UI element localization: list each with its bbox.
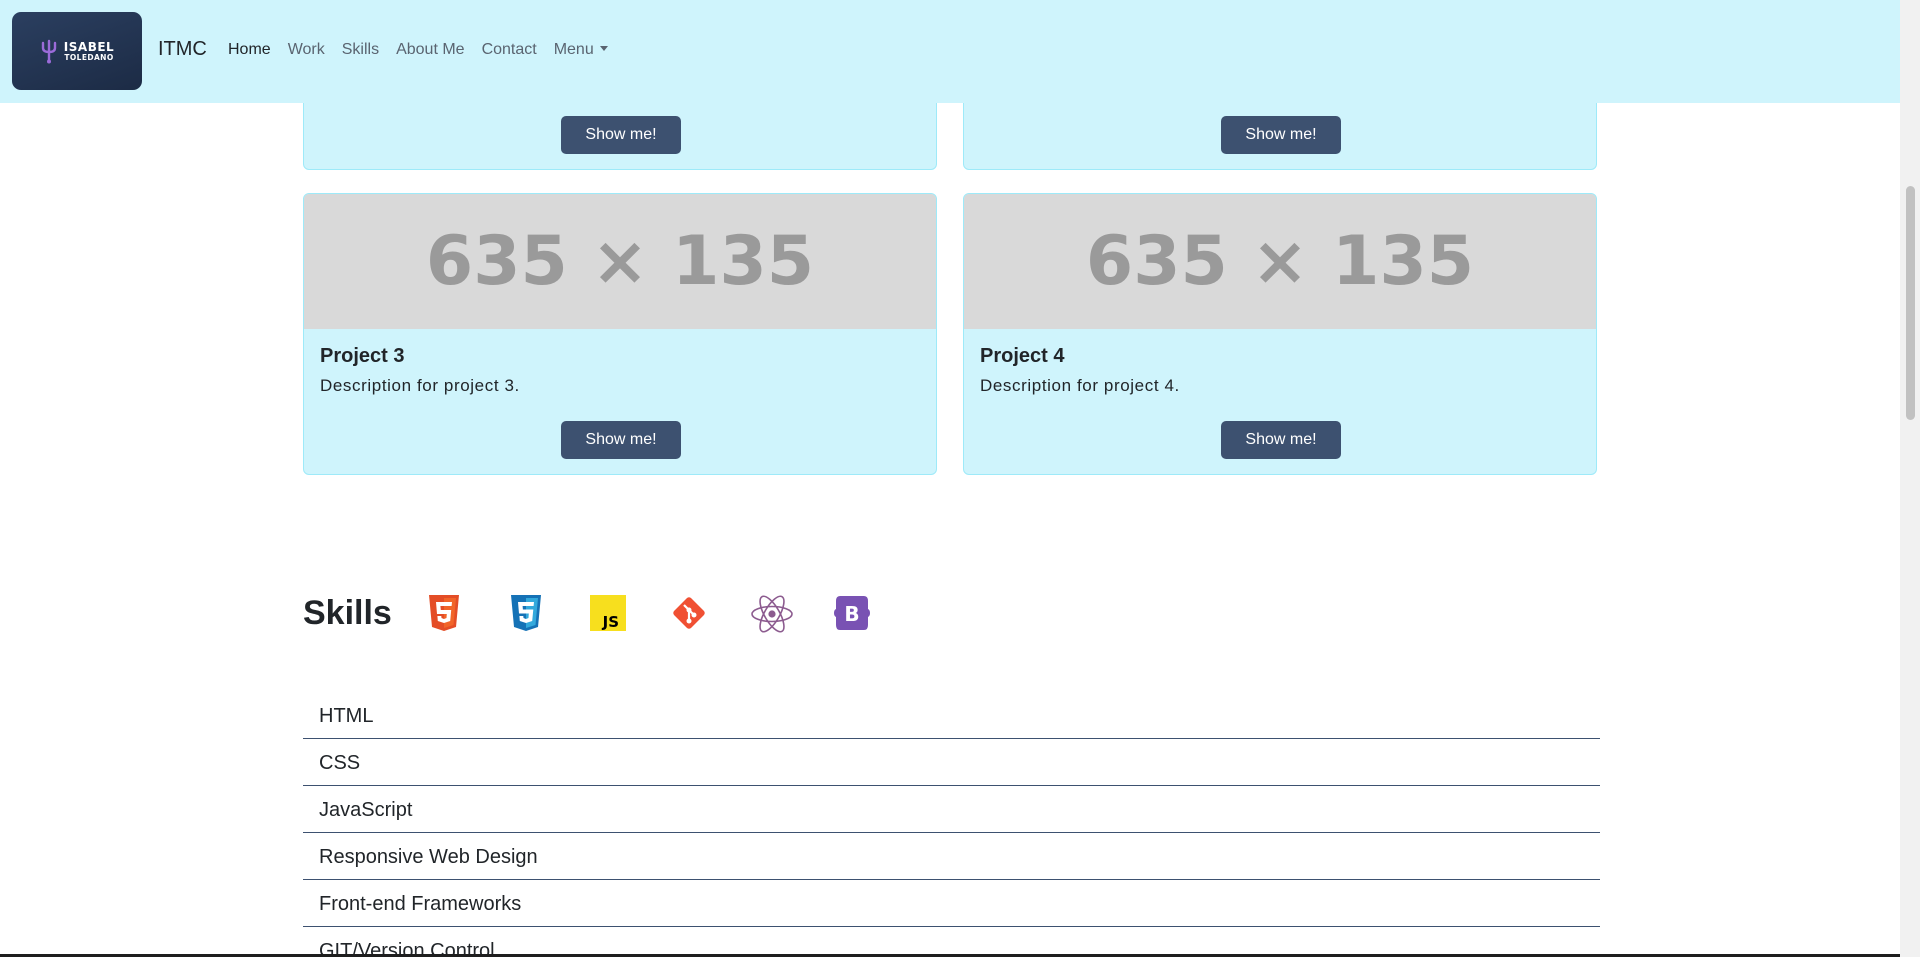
skill-item-git-version-control: GIT/Version Control [303, 927, 1600, 957]
trident-logo-icon [41, 39, 56, 64]
nav-links: Home Work Skills About Me Contact Menu [228, 41, 625, 59]
show-me-button-4[interactable]: Show me! [1221, 421, 1341, 459]
react-icon [751, 595, 793, 633]
project-description: Description for project 4. [980, 376, 1180, 395]
project-description: Description for project 3. [320, 376, 520, 395]
project-image-placeholder: 635 × 135 [964, 194, 1596, 329]
javascript-icon: JS [590, 595, 626, 631]
project-card-3: 635 × 135 Project 3 Description for proj… [303, 193, 937, 475]
svg-text:B: B [844, 602, 859, 626]
skill-item-responsive-web-design: Responsive Web Design [303, 833, 1600, 880]
project-title: Project 4 [980, 345, 1065, 367]
nav-link-work[interactable]: Work [288, 41, 325, 59]
chevron-down-icon [599, 46, 608, 52]
skill-item-css: CSS [303, 739, 1600, 786]
logo-text: ISABEL TOLEDANO [64, 41, 114, 62]
nav-menu-label: Menu [553, 41, 594, 58]
html5-icon [429, 595, 459, 631]
vertical-scrollbar[interactable] [1900, 0, 1920, 957]
project-card-4: 635 × 135 Project 4 Description for proj… [963, 193, 1597, 475]
skills-heading: Skills [303, 594, 392, 632]
skill-item-javascript: JavaScript [303, 786, 1600, 833]
brand-logo[interactable]: ISABEL TOLEDANO [12, 12, 142, 90]
page: Show me! Show me! 635 × 135 Project 3 De… [0, 0, 1920, 957]
project-image-placeholder: 635 × 135 [304, 194, 936, 329]
logo-line-1: ISABEL [63, 39, 115, 54]
show-me-button-2[interactable]: Show me! [1221, 116, 1341, 154]
nav-link-about-me[interactable]: About Me [396, 41, 464, 59]
nav-link-home[interactable]: Home [228, 41, 271, 59]
nav-link-contact[interactable]: Contact [482, 41, 537, 59]
skill-item-html: HTML [303, 692, 1600, 739]
brand-name[interactable]: ITMC [158, 38, 207, 61]
skills-list: HTML CSS JavaScript Responsive Web Desig… [303, 692, 1600, 957]
scrollbar-thumb[interactable] [1906, 186, 1915, 420]
skill-item-front-end-frameworks: Front-end Frameworks [303, 880, 1600, 927]
nav-menu-dropdown[interactable]: Menu [554, 41, 608, 59]
svg-text:JS: JS [602, 613, 619, 631]
bootstrap-icon: B [834, 596, 870, 630]
project-title: Project 3 [320, 345, 405, 367]
css3-icon [511, 595, 541, 631]
show-me-button-3[interactable]: Show me! [561, 421, 681, 459]
navbar: ISABEL TOLEDANO ITMC Home Work Skills Ab… [0, 0, 1900, 103]
git-icon [673, 597, 705, 629]
nav-link-skills[interactable]: Skills [342, 41, 379, 59]
logo-line-2: TOLEDANO [64, 52, 114, 62]
show-me-button-1[interactable]: Show me! [561, 116, 681, 154]
